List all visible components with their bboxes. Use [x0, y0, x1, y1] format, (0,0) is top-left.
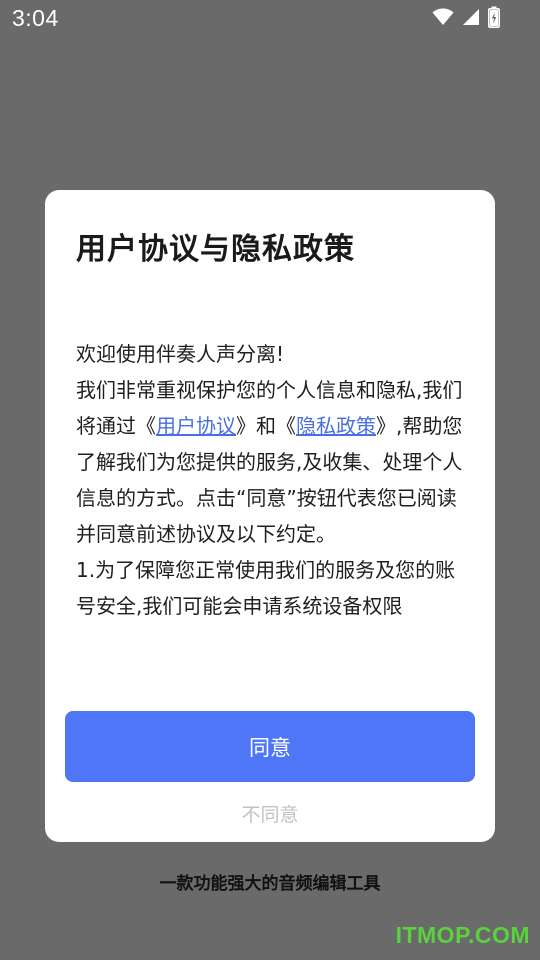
- watermark: ITMOP.COM: [395, 922, 530, 948]
- greeting-text: 欢迎使用伴奏人声分离!: [76, 342, 285, 366]
- privacy-policy-link[interactable]: 隐私政策: [296, 414, 376, 438]
- agree-button[interactable]: 同意: [65, 711, 475, 782]
- cell-signal-icon: [462, 8, 480, 26]
- battery-charging-icon: [488, 6, 500, 28]
- user-agreement-link[interactable]: 用户协议: [156, 414, 236, 438]
- status-icons: [432, 6, 500, 28]
- privacy-dialog: 用户协议与隐私政策 欢迎使用伴奏人声分离! 我们非常重视保护您的个人信息和隐私,…: [45, 190, 495, 842]
- dialog-title: 用户协议与隐私政策: [76, 232, 355, 267]
- app-tagline: 一款功能强大的音频编辑工具: [159, 874, 381, 894]
- status-time: 3:04: [12, 5, 59, 31]
- intro-line1: 我们非常重视保护您的个人信息和隐私,: [76, 378, 423, 402]
- terms-item-1: 1.为了保障您正常使用我们的服务及您的账号安全,我们可能会申请系统设备权限: [76, 558, 456, 618]
- intro-text: 我们非常重视保护您的个人信息和隐私,我们将通过《用户协议》和《隐私政策》,帮助您…: [76, 372, 474, 552]
- wifi-icon: [432, 8, 454, 26]
- status-bar: 3:04: [0, 0, 540, 40]
- dialog-body-scroll[interactable]: 欢迎使用伴奏人声分离! 我们非常重视保护您的个人信息和隐私,我们将通过《用户协议…: [76, 336, 474, 641]
- intro-line2-middle: 》和《: [236, 414, 296, 438]
- disagree-button[interactable]: 不同意: [195, 796, 345, 830]
